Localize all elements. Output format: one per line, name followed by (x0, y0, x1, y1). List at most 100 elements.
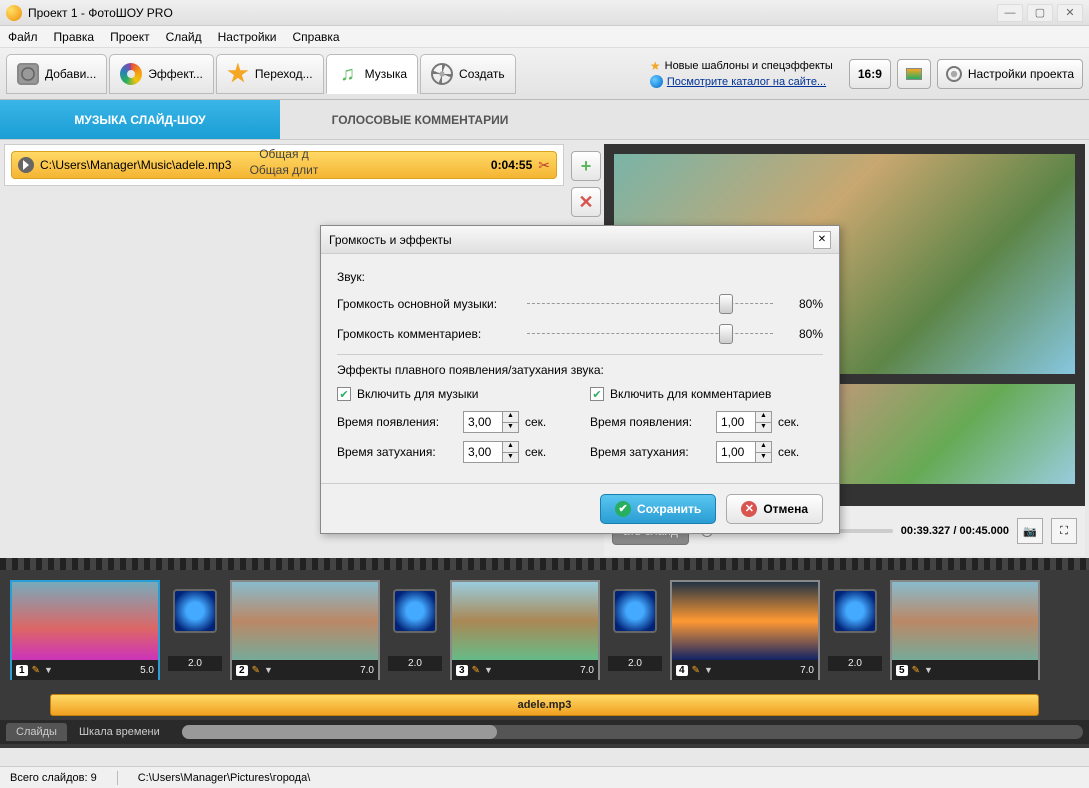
spin-down[interactable]: ▼ (502, 453, 518, 463)
subtab-voice-comments[interactable]: ГОЛОСОВЫЕ КОММЕНТАРИИ (280, 100, 560, 139)
comment-fadein-input[interactable]: 1,00 ▲▼ (716, 411, 772, 433)
slide-image (12, 582, 158, 660)
star-promo-icon: ★ (650, 59, 661, 73)
music-fadeout-value: 3,00 (468, 445, 491, 459)
project-settings-button[interactable]: Настройки проекта (937, 59, 1083, 89)
volume-comment-value: 80% (783, 327, 823, 341)
camera-small-icon: 📷 (1023, 525, 1037, 538)
menu-edit[interactable]: Правка (54, 30, 95, 44)
slide-thumb-5[interactable]: 5✎▼ (890, 580, 1040, 680)
spin-up[interactable]: ▲ (755, 442, 771, 453)
transition-duration: 2.0 (388, 656, 442, 671)
spin-down[interactable]: ▼ (755, 453, 771, 463)
spin-up[interactable]: ▲ (755, 412, 771, 423)
status-slide-count: Всего слайдов: 9 (10, 772, 97, 784)
maximize-button[interactable]: ▢ (1027, 4, 1053, 22)
x-icon: ✕ (578, 192, 593, 213)
dropdown-icon[interactable]: ▼ (704, 665, 713, 675)
camera-icon (17, 63, 39, 85)
enable-music-label: Включить для музыки (357, 387, 478, 401)
edit-icon[interactable]: ✎ (252, 665, 260, 676)
promo-link[interactable]: Посмотрите каталог на сайте... (667, 76, 826, 88)
edit-icon[interactable]: ✎ (32, 665, 40, 676)
slide-thumb-1[interactable]: 1✎▼5.0 (10, 580, 160, 680)
comment-fadeout-input[interactable]: 1,00▲▼ (716, 441, 772, 463)
timeline-audio-track[interactable]: adele.mp3 (50, 694, 1039, 716)
slide-thumb-2[interactable]: 2✎▼7.0 (230, 580, 380, 680)
edit-icon[interactable]: ✎ (912, 665, 920, 676)
comment-fadeout-label: Время затухания: (590, 445, 710, 459)
subtab-slideshow-music[interactable]: МУЗЫКА СЛАЙД-ШОУ (0, 100, 280, 139)
remove-track-button[interactable]: ✕ (571, 187, 601, 217)
timeline-tab-scale[interactable]: Шкала времени (69, 723, 170, 741)
fullscreen-button[interactable]: ⛶ (1051, 518, 1077, 544)
tab-add[interactable]: Добави... (6, 54, 107, 94)
cancel-button[interactable]: ✕Отмена (726, 494, 823, 524)
status-bar: Всего слайдов: 9 C:\Users\Manager\Pictur… (0, 766, 1089, 788)
dialog-title-text: Громкость и эффекты (329, 233, 452, 247)
volume-music-thumb[interactable] (719, 294, 733, 314)
spin-up[interactable]: ▲ (502, 412, 518, 423)
tab-music[interactable]: ♫Музыка (326, 54, 418, 94)
tab-transitions[interactable]: Переход... (216, 54, 324, 94)
reel-icon (431, 63, 453, 85)
transition-3[interactable]: 2.0 (608, 589, 662, 671)
transition-4[interactable]: 2.0 (828, 589, 882, 671)
dropdown-icon[interactable]: ▼ (264, 665, 273, 675)
slide-thumb-3[interactable]: 3✎▼7.0 (450, 580, 600, 680)
main-toolbar: Добави... Эффект... Переход... ♫Музыка С… (0, 48, 1089, 100)
spin-down[interactable]: ▼ (502, 423, 518, 433)
volume-comment-thumb[interactable] (719, 324, 733, 344)
aspect-ratio-button[interactable]: 16:9 (849, 59, 891, 89)
check-icon: ✔ (615, 501, 631, 517)
menu-help[interactable]: Справка (292, 30, 339, 44)
save-button[interactable]: ✔Сохранить (600, 494, 716, 524)
transition-1[interactable]: 2.0 (168, 589, 222, 671)
menu-slide[interactable]: Слайд (166, 30, 202, 44)
close-button[interactable]: ✕ (1057, 4, 1083, 22)
slide-thumb-4[interactable]: 4✎▼7.0 (670, 580, 820, 680)
timeline-tabs: Слайды Шкала времени (0, 720, 1089, 744)
snapshot-button[interactable]: 📷 (1017, 518, 1043, 544)
transition-2[interactable]: 2.0 (388, 589, 442, 671)
tab-effects[interactable]: Эффект... (109, 54, 214, 94)
palette-icon (120, 63, 142, 85)
preview-mode-button[interactable] (897, 59, 931, 89)
volume-music-slider[interactable] (527, 294, 773, 314)
music-fadeout-input[interactable]: 3,00 ▲▼ (463, 441, 519, 463)
minimize-button[interactable]: — (997, 4, 1023, 22)
enable-comments-label: Включить для комментариев (610, 387, 771, 401)
dropdown-icon[interactable]: ▼ (484, 665, 493, 675)
sec-unit: сек. (525, 415, 546, 429)
add-track-button[interactable]: + (571, 151, 601, 181)
star-icon (227, 63, 249, 85)
music-fadein-input[interactable]: 3,00▲▼ (463, 411, 519, 433)
tab-add-label: Добави... (45, 67, 96, 81)
time-display: 00:39.327 / 00:45.000 (901, 525, 1009, 537)
volume-comment-label: Громкость комментариев: (337, 327, 517, 341)
window-title: Проект 1 - ФотоШОУ PRO (28, 6, 173, 20)
menu-project[interactable]: Проект (110, 30, 150, 44)
edit-icon[interactable]: ✎ (692, 665, 700, 676)
dropdown-icon[interactable]: ▼ (44, 665, 53, 675)
spin-up[interactable]: ▲ (502, 442, 518, 453)
transition-duration: 2.0 (828, 656, 882, 671)
tab-create[interactable]: Создать (420, 54, 516, 94)
edit-icon[interactable]: ✎ (472, 665, 480, 676)
slide-duration: 7.0 (580, 665, 594, 676)
volume-comment-slider[interactable] (527, 324, 773, 344)
scrollbar-thumb[interactable] (182, 725, 497, 739)
checkbox-enable-music[interactable]: ✔ (337, 387, 351, 401)
music-info-2: Общая длит (250, 163, 319, 177)
comment-fadein-value: 1,00 (721, 415, 744, 429)
dialog-close-button[interactable]: ✕ (813, 231, 831, 249)
dropdown-icon[interactable]: ▼ (924, 665, 933, 675)
menu-settings[interactable]: Настройки (218, 30, 277, 44)
slide-image (452, 582, 598, 660)
status-separator (117, 771, 118, 785)
timeline-scrollbar[interactable] (182, 725, 1083, 739)
spin-down[interactable]: ▼ (755, 423, 771, 433)
timeline-tab-slides[interactable]: Слайды (6, 723, 67, 741)
menu-file[interactable]: Файл (8, 30, 38, 44)
checkbox-enable-comments[interactable]: ✔ (590, 387, 604, 401)
